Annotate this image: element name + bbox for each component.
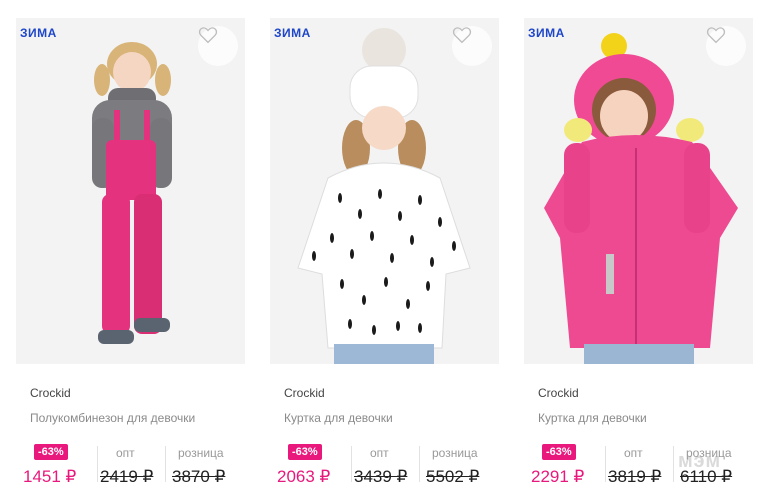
price-divider xyxy=(605,446,606,482)
price-divider xyxy=(165,446,166,482)
discount-badge: -63% xyxy=(542,444,576,460)
product-image[interactable]: ЗИМА xyxy=(524,18,753,364)
opt-price: 3439 ₽ xyxy=(354,467,408,486)
favorite-button[interactable] xyxy=(452,26,492,66)
product-brand[interactable]: Crockid xyxy=(538,386,579,400)
product-brand[interactable]: Crockid xyxy=(30,386,71,400)
retail-price-label: розница xyxy=(432,446,478,460)
product-brand[interactable]: Crockid xyxy=(284,386,325,400)
watermark: мэм xyxy=(678,450,722,472)
opt-price-label: опт xyxy=(116,446,135,460)
retail-price: 5502 ₽ xyxy=(426,467,480,486)
product-card-1[interactable]: ЗИМА Crockid Полукомбинезон для девочки … xyxy=(16,18,245,495)
heart-icon xyxy=(198,27,218,44)
product-title[interactable]: Куртка для девочки xyxy=(284,411,393,425)
retail-price-label: розница xyxy=(178,446,224,460)
price-divider xyxy=(351,446,352,482)
child-photo-illustration xyxy=(16,18,245,364)
current-price: 2291 ₽ xyxy=(531,467,585,486)
child-photo-illustration xyxy=(270,18,499,364)
opt-price-label: опт xyxy=(370,446,389,460)
favorite-button[interactable] xyxy=(706,26,746,66)
price-divider xyxy=(673,446,674,482)
product-title[interactable]: Куртка для девочки xyxy=(538,411,647,425)
price-divider xyxy=(97,446,98,482)
product-card-3[interactable]: ЗИМА Crockid Куртка для девочки -63% опт… xyxy=(524,18,753,495)
child-photo-illustration xyxy=(524,18,753,364)
favorite-button[interactable] xyxy=(198,26,238,66)
price-divider xyxy=(419,446,420,482)
season-badge: ЗИМА xyxy=(528,26,565,40)
discount-badge: -63% xyxy=(34,444,68,460)
season-badge: ЗИМА xyxy=(20,26,57,40)
opt-price-label: опт xyxy=(624,446,643,460)
product-title[interactable]: Полукомбинезон для девочки xyxy=(30,411,195,425)
product-card-2[interactable]: ЗИМА Crockid Куртка для девочки -63% опт… xyxy=(270,18,499,495)
season-badge: ЗИМА xyxy=(274,26,311,40)
opt-price: 2419 ₽ xyxy=(100,467,154,486)
current-price: 2063 ₽ xyxy=(277,467,331,486)
product-image[interactable]: ЗИМА xyxy=(270,18,499,364)
heart-icon xyxy=(706,27,726,44)
opt-price: 3819 ₽ xyxy=(608,467,662,486)
product-image[interactable]: ЗИМА xyxy=(16,18,245,364)
current-price: 1451 ₽ xyxy=(23,467,77,486)
retail-price: 3870 ₽ xyxy=(172,467,226,486)
heart-icon xyxy=(452,27,472,44)
discount-badge: -63% xyxy=(288,444,322,460)
